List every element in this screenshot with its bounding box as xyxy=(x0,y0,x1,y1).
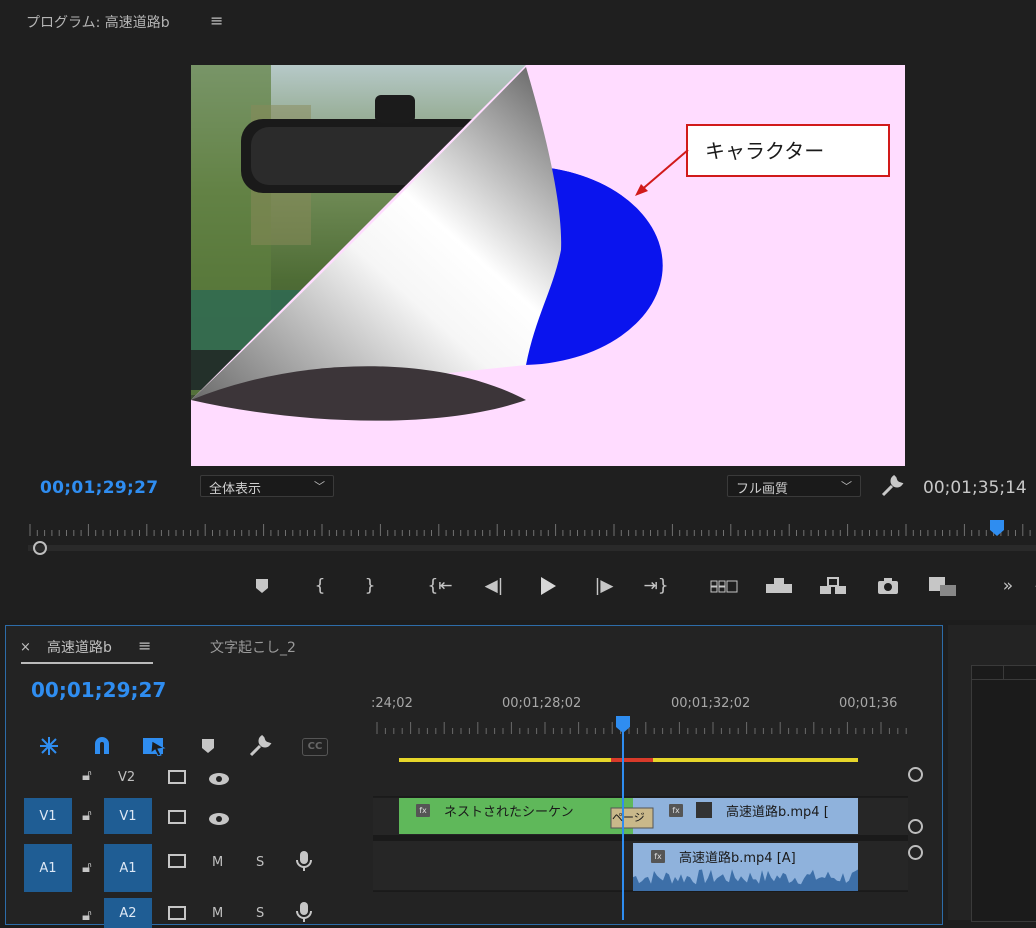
lock-icon[interactable]: 🔓︎ xyxy=(82,858,92,876)
nested-clip-label: ネストされたシーケン xyxy=(444,805,574,820)
callout-label: キャラクター xyxy=(705,139,824,163)
program-time-ruler[interactable] xyxy=(28,520,1036,540)
track-height-handle[interactable] xyxy=(908,819,923,834)
sync-lock-icon[interactable] xyxy=(168,854,186,868)
track-target-a2[interactable]: A2 xyxy=(104,898,152,928)
transport-controls: { } {⇤ ◀| |▶ ⇥} » - xyxy=(0,570,1036,604)
playback-quality-value: フル画質 xyxy=(736,482,789,497)
lock-icon[interactable]: 🔓︎ xyxy=(82,906,92,924)
playhead-marker xyxy=(990,520,1004,536)
chevron-down-icon: ﹀ xyxy=(841,480,852,493)
nested-link-icon xyxy=(696,802,712,818)
solo-button[interactable]: S xyxy=(256,855,264,870)
tab-transcript[interactable]: 文字起こし_2 xyxy=(210,637,296,657)
hamburger-menu-icon[interactable]: ≡ xyxy=(138,636,151,655)
lock-icon[interactable]: 🔓︎ xyxy=(82,766,92,784)
step-forward-icon[interactable]: |▶ xyxy=(590,570,618,602)
tab-sequence[interactable]: 高速道路b xyxy=(47,637,112,657)
audio-meter-panel xyxy=(948,625,1036,922)
track-height-handle[interactable] xyxy=(908,845,923,860)
settings-wrench-icon[interactable] xyxy=(248,734,272,762)
source-patch-a1[interactable]: A1 xyxy=(24,844,72,892)
playhead-timecode[interactable]: 00;01;29;27 xyxy=(40,478,158,498)
go-to-in-icon[interactable]: {⇤ xyxy=(426,570,454,602)
ruler-label: :24;02 xyxy=(371,696,413,711)
microphone-icon[interactable] xyxy=(296,901,312,927)
track-height-handle[interactable] xyxy=(908,767,923,782)
ruler-label: 00;01;32;02 xyxy=(671,696,751,711)
insert-icon[interactable] xyxy=(928,570,956,602)
hamburger-menu-icon[interactable]: ≡ xyxy=(210,11,223,30)
sequence-timecode[interactable]: 00;01;29;27 xyxy=(31,678,166,702)
zoom-level-select[interactable]: 全体表示 ﹀ xyxy=(200,475,334,497)
captions-icon[interactable]: CC xyxy=(302,738,328,756)
compare-icon[interactable] xyxy=(710,570,738,602)
track-target-v1[interactable]: V1 xyxy=(104,798,152,834)
sync-lock-icon[interactable] xyxy=(168,770,186,784)
linked-select-icon[interactable] xyxy=(142,736,168,760)
add-marker-icon[interactable] xyxy=(201,738,215,758)
step-back-icon[interactable]: ◀| xyxy=(480,570,508,602)
go-to-out-icon[interactable]: ⇥} xyxy=(642,570,670,602)
frame-preview: キャラクター xyxy=(191,65,890,421)
program-viewer[interactable]: キャラクター xyxy=(191,65,905,466)
more-icon[interactable]: » xyxy=(994,570,1022,602)
ruler-label: 00;01;36 xyxy=(839,696,898,711)
duration-timecode: 00;01;35;14 xyxy=(923,478,1027,498)
zoom-scroll-bar[interactable] xyxy=(28,541,1036,555)
extract-icon[interactable] xyxy=(818,570,846,602)
microphone-icon[interactable] xyxy=(296,850,312,876)
fx-badge: fx xyxy=(669,804,683,817)
play-icon[interactable] xyxy=(534,570,562,602)
playback-quality-select[interactable]: フル画質 ﹀ xyxy=(727,475,861,497)
track-headers: 🔓︎ V2 V1 🔓︎ V1 A1 🔓︎ A1 M S 🔓︎ A2 M S xyxy=(8,762,371,928)
sync-lock-icon[interactable] xyxy=(168,810,186,824)
solo-button[interactable]: S xyxy=(256,906,264,921)
export-frame-icon[interactable] xyxy=(874,570,902,602)
track-target-a1[interactable]: A1 xyxy=(104,844,152,892)
zoom-level-value: 全体表示 xyxy=(209,482,262,497)
fx-badge: fx xyxy=(416,804,430,817)
ruler-label: 00;01;28;02 xyxy=(502,696,582,711)
program-monitor-title[interactable]: プログラム: 高速道路b xyxy=(26,12,170,32)
settings-wrench-icon[interactable] xyxy=(880,474,904,502)
eye-icon[interactable] xyxy=(208,771,230,790)
magnet-icon[interactable] xyxy=(92,736,112,760)
chevron-down-icon: ﹀ xyxy=(314,480,325,493)
work-area-bar xyxy=(399,758,611,762)
extra-controls-icon[interactable]: - xyxy=(1024,570,1036,602)
source-patch-v1[interactable]: V1 xyxy=(24,798,72,834)
mark-in-icon[interactable]: { xyxy=(306,570,334,602)
mark-out-icon[interactable]: } xyxy=(356,570,384,602)
snap-nest-icon[interactable] xyxy=(38,736,60,760)
audio-clip-label: 高速道路b.mp4 [A] xyxy=(679,851,796,866)
lock-icon[interactable]: 🔓︎ xyxy=(82,806,92,824)
video-clip-label: 高速道路b.mp4 [ xyxy=(726,805,829,820)
active-tab-underline xyxy=(21,662,153,664)
fx-badge: fx xyxy=(651,850,665,863)
mute-button[interactable]: M xyxy=(212,906,223,921)
sync-lock-icon[interactable] xyxy=(168,906,186,920)
lift-icon[interactable] xyxy=(764,570,792,602)
playhead-handle xyxy=(616,716,630,733)
track-label-v2[interactable]: V2 xyxy=(118,770,135,785)
transition-label: ページ xyxy=(612,811,645,824)
marker-icon[interactable] xyxy=(248,570,276,602)
close-tab-icon[interactable]: × xyxy=(20,640,31,655)
mute-button[interactable]: M xyxy=(212,855,223,870)
eye-icon[interactable] xyxy=(208,811,230,830)
